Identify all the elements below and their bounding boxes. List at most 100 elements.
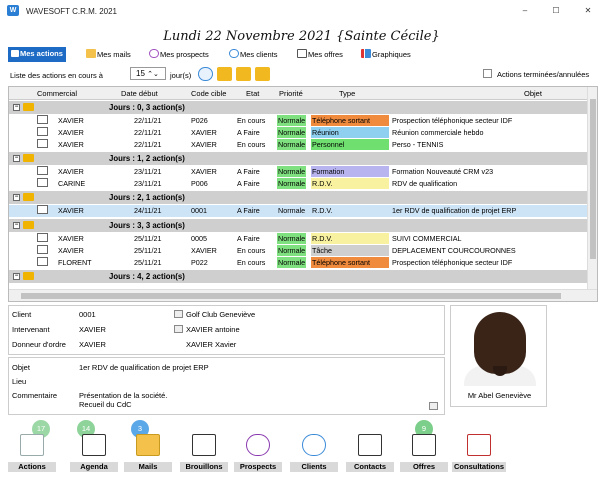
phone-icon xyxy=(37,257,48,266)
col-commercial[interactable]: Commercial xyxy=(37,89,77,98)
collapse-icon[interactable]: − xyxy=(13,273,20,280)
days-suffix: jour(s) xyxy=(170,71,192,80)
client-name: Golf Club Geneviève xyxy=(186,310,256,319)
mail-icon xyxy=(86,49,96,58)
group-row[interactable]: − Jours : 3, 3 action(s) xyxy=(9,219,587,232)
lock-icon xyxy=(37,139,48,148)
prospect-icon xyxy=(246,434,270,456)
actions-button[interactable]: 17 Actions xyxy=(8,420,56,474)
vertical-scrollbar[interactable] xyxy=(587,87,597,289)
table-row[interactable]: XAVIER 22/11/21 XAVIER A Faire Normale Réunio… xyxy=(9,127,587,138)
phone-icon xyxy=(37,115,48,124)
calendar-icon xyxy=(37,233,48,242)
group-row[interactable]: − Jours : 0, 3 action(s) xyxy=(9,101,587,114)
contacts-button[interactable]: Contacts xyxy=(346,420,394,474)
table-row[interactable]: XAVIER 23/11/21 XAVIER A Faire Normale Format… xyxy=(9,166,587,177)
folder-add-icon[interactable] xyxy=(236,67,251,81)
client-icon xyxy=(302,434,326,456)
prospect-icon xyxy=(149,49,159,58)
col-type[interactable]: Type xyxy=(339,89,355,98)
clients-button[interactable]: Clients xyxy=(290,420,338,474)
collapse-icon[interactable]: − xyxy=(13,155,20,162)
training-icon xyxy=(37,166,48,175)
collapse-icon[interactable]: − xyxy=(13,222,20,229)
consultations-button[interactable]: Consultations xyxy=(452,420,506,474)
window-title: WAVESOFT C.R.M. 2021 xyxy=(26,7,117,16)
group-row[interactable]: − Jours : 2, 1 action(s) xyxy=(9,191,587,204)
action-description-panel: Objet 1er RDV de qualification de projet… xyxy=(8,357,445,415)
tab-mes-actions[interactable]: Mes actions xyxy=(8,47,66,62)
offres-button[interactable]: 9 Offres xyxy=(400,420,448,474)
tab-mes-offres[interactable]: Mes offres xyxy=(296,48,343,62)
table-row[interactable]: XAVIER 25/11/21 0005 A Faire Normale R.D.V. SU… xyxy=(9,233,587,244)
table-row[interactable]: CARINE 23/11/21 P006 A Faire Normale R.D.V. RD… xyxy=(9,178,587,189)
commentaire-line-2: Recueil du CdC xyxy=(79,400,132,409)
table-row[interactable]: XAVIER 22/11/21 P026 En cours Normale Télépho… xyxy=(9,115,587,126)
group-row[interactable]: − Jours : 4, 2 action(s) xyxy=(9,270,587,283)
objet-value: 1er RDV de qualification de projet ERP xyxy=(79,363,209,372)
terminated-checkbox-label: Actions terminées/annulées xyxy=(497,70,590,79)
days-spinner[interactable]: 15 ⌃⌄ xyxy=(130,67,166,80)
maximize-button[interactable]: ☐ xyxy=(545,4,567,18)
offer-icon xyxy=(412,434,436,456)
filter-bar: Liste des actions en cours à 15 ⌃⌄ jour(… xyxy=(8,63,598,85)
client-code: 0001 xyxy=(79,310,96,319)
horizontal-scrollbar[interactable] xyxy=(9,289,597,301)
home-icon[interactable] xyxy=(429,402,438,410)
table-row[interactable]: XAVIER 22/11/21 XAVIER En cours Normale Perso… xyxy=(9,139,587,150)
brouillons-button[interactable]: Brouillons xyxy=(180,420,228,474)
consultation-icon xyxy=(467,434,491,456)
prospects-button[interactable]: Prospects xyxy=(234,420,282,474)
col-objet[interactable]: Objet xyxy=(524,89,542,98)
group-row[interactable]: − Jours : 1, 2 action(s) xyxy=(9,152,587,165)
contact-name: Mr Abel Geneviève xyxy=(467,391,532,400)
tab-mes-mails[interactable]: Mes mails xyxy=(85,48,131,62)
donneur-name: XAVIER Xavier xyxy=(186,340,237,349)
donneur-code: XAVIER xyxy=(79,340,106,349)
col-code-cible[interactable]: Code cible xyxy=(191,89,226,98)
home-icon[interactable] xyxy=(174,310,183,318)
minimize-button[interactable]: – xyxy=(514,4,536,18)
actions-grid: Commercial Date début Code cible Etat Pr… xyxy=(8,86,598,302)
mails-button[interactable]: 3 Mails xyxy=(124,420,172,474)
calendar-icon xyxy=(37,178,48,187)
spinner-arrows-icon[interactable]: ⌃⌄ xyxy=(147,71,159,78)
folder-edit-icon[interactable] xyxy=(255,67,270,81)
folder-icon xyxy=(23,193,34,201)
chart-icon xyxy=(361,49,371,58)
collapse-icon[interactable]: − xyxy=(13,194,20,201)
terminated-checkbox[interactable] xyxy=(483,69,492,78)
offer-icon xyxy=(297,49,307,58)
mail-icon xyxy=(136,434,160,456)
horizontal-scroll-thumb[interactable] xyxy=(21,293,561,299)
page-title: Lundi 22 Novembre 2021 {Sainte Cécile} xyxy=(163,29,440,44)
action-details-panel: Client 0001 Golf Club Geneviève Interven… xyxy=(8,305,445,355)
grid-header: Commercial Date début Code cible Etat Pr… xyxy=(9,87,587,100)
tab-graphiques[interactable]: Graphiques xyxy=(360,48,411,62)
client-icon xyxy=(229,49,239,58)
vertical-scroll-thumb[interactable] xyxy=(590,99,596,259)
contact-photo-card[interactable]: Mr Abel Geneviève xyxy=(450,305,547,407)
col-etat[interactable]: Etat xyxy=(246,89,259,98)
folder-icon xyxy=(23,221,34,229)
meeting-icon xyxy=(37,127,48,136)
actions-icon xyxy=(11,50,19,57)
table-row[interactable]: XAVIER 25/11/21 XAVIER En cours Normale Tâche… xyxy=(9,245,587,256)
close-button[interactable]: ✕ xyxy=(577,4,599,18)
home-icon[interactable] xyxy=(174,325,183,333)
agenda-button[interactable]: 14 Agenda xyxy=(70,420,118,474)
contact-avatar xyxy=(474,312,526,374)
refresh-icon[interactable] xyxy=(198,67,213,81)
contact-icon xyxy=(358,434,382,456)
table-row-selected[interactable]: XAVIER 24/11/21 0001 A Faire Normale R.D.V. 1e… xyxy=(9,205,587,217)
col-date-debut[interactable]: Date début xyxy=(121,89,158,98)
folder-icon xyxy=(23,272,34,280)
tab-mes-clients[interactable]: Mes clients xyxy=(228,48,278,62)
bottom-toolbar: 17 Actions 14 Agenda 3 Mails Brouillons Pro… xyxy=(8,420,598,475)
tab-mes-prospects[interactable]: Mes prospects xyxy=(148,48,209,62)
col-priorite[interactable]: Priorité xyxy=(279,89,303,98)
tab-bar: Mes actions Mes mails Mes prospects Mes … xyxy=(8,47,598,62)
collapse-icon[interactable]: − xyxy=(13,104,20,111)
table-row[interactable]: FLORENT 25/11/21 P022 En cours Normale Téléph… xyxy=(9,257,587,268)
folder-open-icon[interactable] xyxy=(217,67,232,81)
